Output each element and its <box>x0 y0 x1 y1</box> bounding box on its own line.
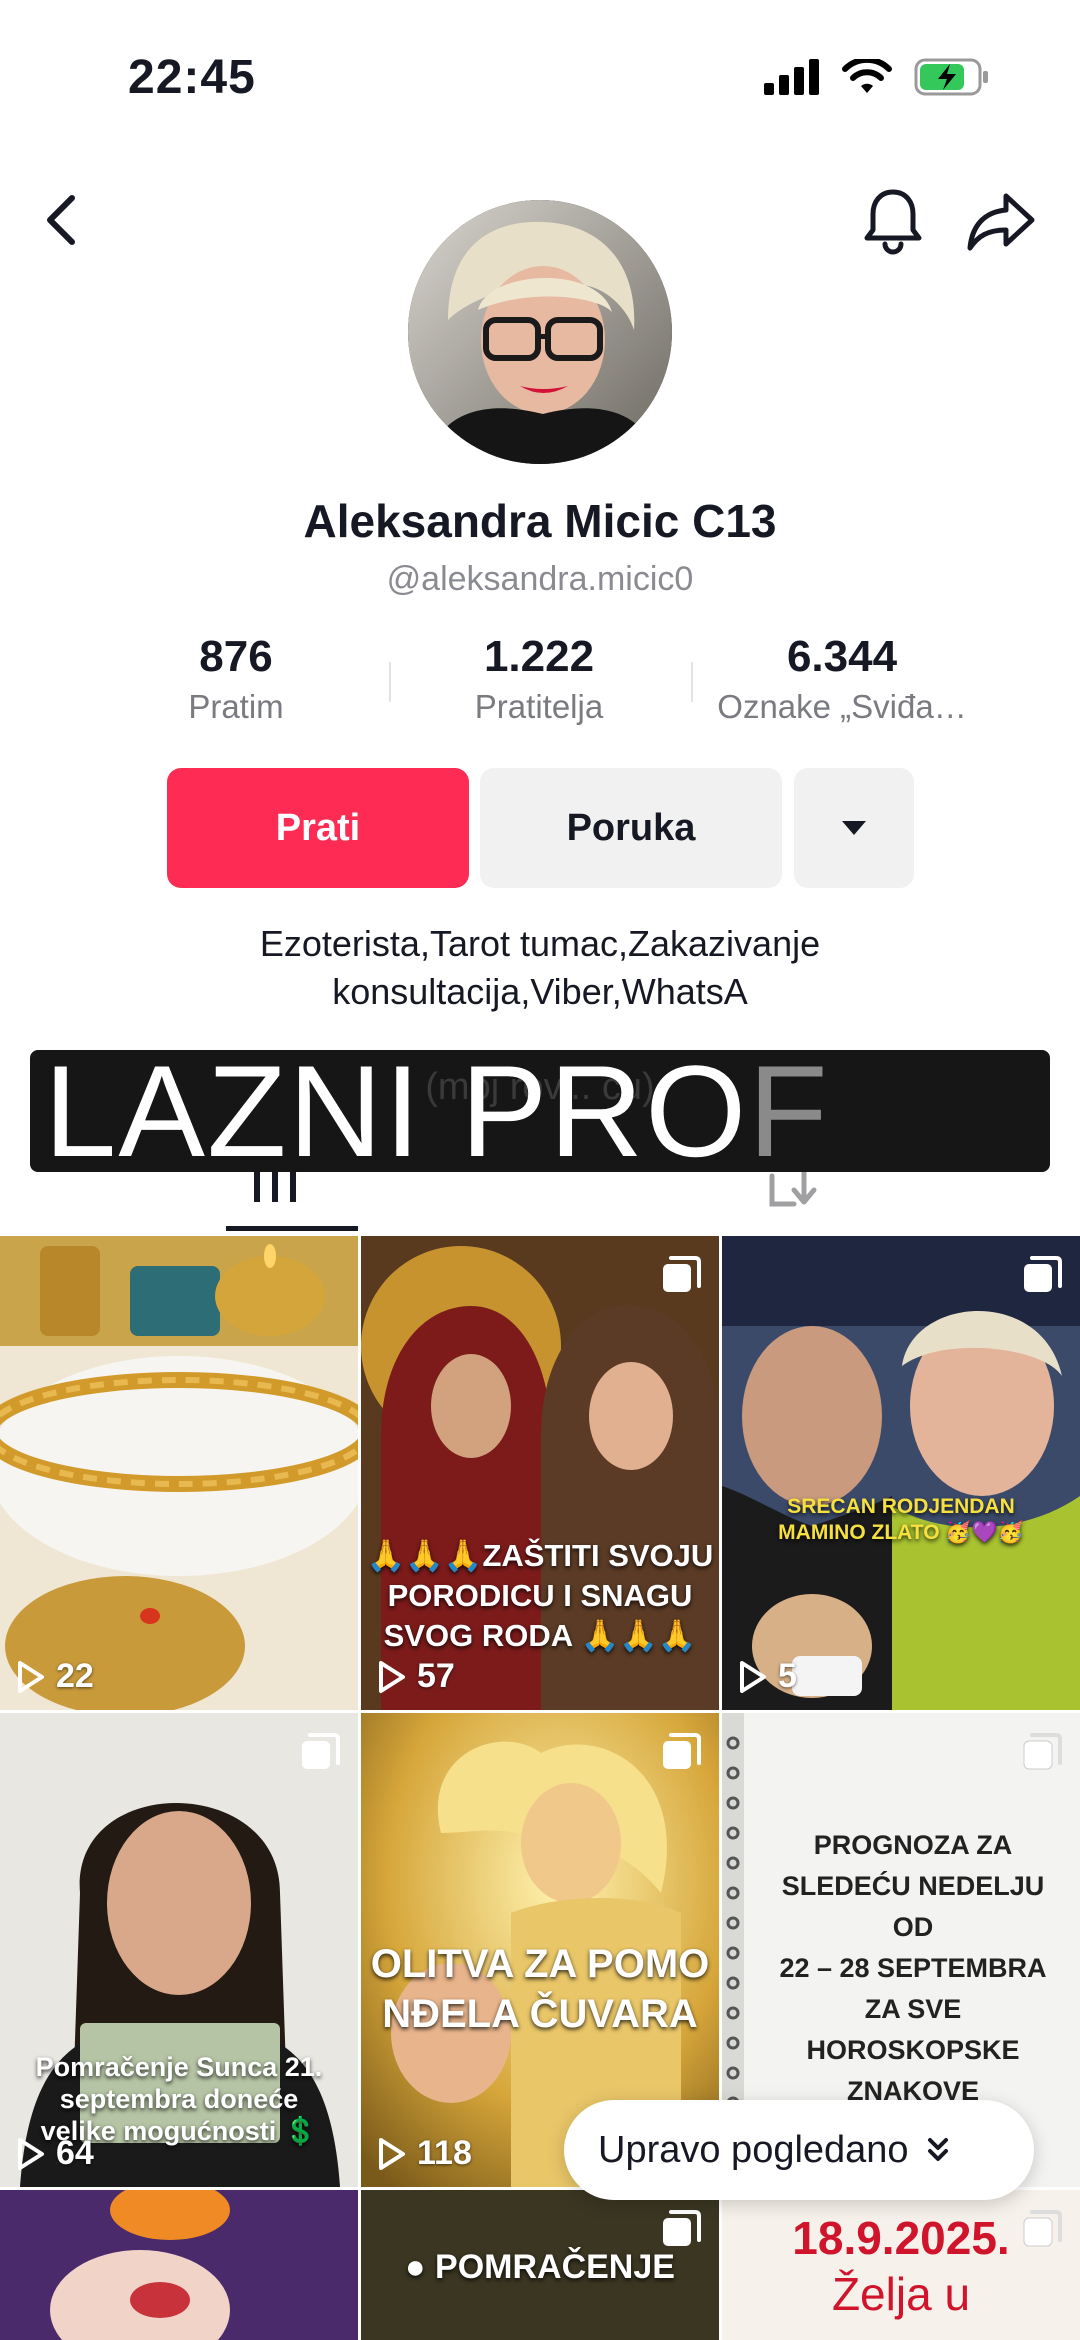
view-count-value: 118 <box>417 2134 472 2172</box>
multi-photo-icon <box>1024 1256 1062 1292</box>
video-tile[interactable] <box>0 2190 358 2340</box>
caption-line: Želja u <box>831 2268 971 2320</box>
cellular-signal-icon <box>764 59 819 95</box>
view-count: 57 <box>377 1657 455 1696</box>
video-tile[interactable]: 🙏🙏🙏ZAŠTITI SVOJU PORODICU I SNAGU SVOG R… <box>361 1236 719 1710</box>
bio-line: Ezoterista,Tarot tumac,Zakazivanje <box>259 923 821 964</box>
message-button[interactable]: Poruka <box>480 768 782 888</box>
caption-line: 🙏🙏🙏ZAŠTITI SVOJU <box>366 1538 714 1573</box>
active-tab-indicator <box>226 1226 358 1231</box>
recently-viewed-label: Upravo pogledano <box>598 2128 909 2171</box>
avatar[interactable] <box>408 200 672 464</box>
caption-line: SVOG RODA 🙏🙏🙏 <box>383 1618 697 1653</box>
overlay-faded-text: F <box>748 1050 830 1172</box>
stat-value: 876 <box>199 632 273 681</box>
wifi-icon <box>842 59 892 93</box>
caption-line: septembra doneće <box>59 2084 299 2114</box>
status-bar: 22:45 <box>0 0 1080 150</box>
video-tile[interactable]: Pomračenje Sunca 21. septembra doneće ve… <box>0 1713 358 2187</box>
stat-following[interactable]: 876 Pratim <box>86 632 386 726</box>
bio: Ezoterista,Tarot tumac,Zakazivanje konsu… <box>0 920 1080 1016</box>
view-count: 5 <box>738 1657 797 1696</box>
caption-line: 22 – 28 SEPTEMBRA <box>779 1953 1047 1983</box>
battery-charging-icon <box>914 58 988 96</box>
overlay-text: LAZNI PROF <box>44 1050 830 1172</box>
back-arrow-icon[interactable] <box>36 190 88 250</box>
video-thumbnail <box>722 1236 1080 1710</box>
video-tile[interactable]: 22 <box>0 1236 358 1710</box>
caret-down-icon <box>842 821 866 835</box>
play-icon <box>379 2137 405 2170</box>
caption-line: SLEDEĆU NEDELJU <box>781 1871 1045 1901</box>
status-time: 22:45 <box>128 51 256 104</box>
profile-stats: 876 Pratim 1.222 Pratitelja 6.344 Oznake… <box>0 632 1080 732</box>
stat-label: Pratitelja <box>474 688 604 725</box>
overlay-main-text: LAZNI PRO <box>44 1050 749 1172</box>
video-caption: ● POMRAČENJE <box>405 2248 675 2286</box>
display-name: Aleksandra Micic C13 <box>303 495 777 547</box>
caption-line: 18.9.2025. <box>792 2212 1010 2264</box>
view-count: 64 <box>16 2134 94 2173</box>
multi-photo-icon <box>1023 1733 1062 1770</box>
video-caption: PROGNOZA ZA SLEDEĆU NEDELJU OD 22 – 28 S… <box>734 1825 1080 2112</box>
stat-value: 1.222 <box>483 632 595 681</box>
stat-label: Oznake „Sviđa… <box>717 688 967 725</box>
multi-photo-icon <box>302 1733 340 1769</box>
caption-line: PROGNOZA ZA <box>813 1830 1013 1860</box>
stat-label: Pratim <box>188 688 284 725</box>
status-icons <box>764 58 990 96</box>
caption-line: MAMINO ZLATO 🥳💜🥳 <box>778 1521 1024 1544</box>
multi-photo-icon <box>663 1733 701 1769</box>
video-caption: 18.9.2025. Želja u <box>722 2210 1080 2322</box>
view-count-value: 5 <box>778 1657 797 1695</box>
caption-line: OLITVA ZA POMO <box>370 1942 710 1986</box>
username: @aleksandra.micic0 <box>386 560 694 598</box>
avatar-photo <box>408 200 672 464</box>
stat-likes[interactable]: 6.344 Oznake „Sviđa… <box>692 632 992 726</box>
caption-line: OD <box>892 1912 934 1942</box>
video-caption: 🙏🙏🙏ZAŠTITI SVOJU PORODICU I SNAGU SVOG R… <box>361 1536 719 1656</box>
suggested-accounts-button[interactable] <box>794 768 914 888</box>
double-chevron-down-icon <box>927 2138 948 2161</box>
view-count-value: 57 <box>417 1657 455 1695</box>
overlay-banner: (moj rov... cu) LAZNI PROF <box>30 1050 1050 1172</box>
multi-photo-icon <box>663 1256 701 1292</box>
play-icon <box>18 2137 44 2170</box>
video-thumbnail <box>0 1236 358 1710</box>
video-thumbnail <box>0 2190 358 2340</box>
follow-button[interactable]: Prati <box>167 768 469 888</box>
caption-line: Pomračenje Sunca 21. <box>35 2052 323 2082</box>
video-caption: Pomračenje Sunca 21. septembra doneće ve… <box>0 2051 358 2147</box>
view-count: 118 <box>377 2134 472 2173</box>
share-arrow-icon[interactable] <box>966 190 1036 252</box>
caption-line: HOROSKOPSKE <box>806 2035 1020 2065</box>
view-count-value: 22 <box>56 1657 94 1695</box>
caption-line: ZA SVE <box>864 1994 962 2024</box>
video-tile[interactable]: SRECAN RODJENDAN MAMINO ZLATO 🥳💜🥳 5 <box>722 1236 1080 1710</box>
video-caption: OLITVA ZA POMO NĐELA ČUVARA <box>361 1939 719 2039</box>
play-icon <box>379 1660 405 1693</box>
stat-value: 6.344 <box>786 632 898 681</box>
bio-line: konsultacija,Viber,WhatsA <box>332 971 748 1012</box>
view-count: 22 <box>16 1657 94 1696</box>
video-caption: SRECAN RODJENDAN MAMINO ZLATO 🥳💜🥳 <box>722 1494 1080 1546</box>
caption-line: SRECAN RODJENDAN <box>787 1495 1015 1518</box>
notification-bell-icon[interactable] <box>862 186 924 256</box>
play-icon <box>740 1660 766 1693</box>
play-icon <box>18 1660 44 1693</box>
view-count-value: 64 <box>56 2134 94 2172</box>
caption-line: NĐELA ČUVARA <box>382 1992 698 2036</box>
stat-followers[interactable]: 1.222 Pratitelja <box>389 632 689 726</box>
multi-photo-icon <box>663 2210 701 2246</box>
caption-line: PORODICU I SNAGU <box>387 1578 693 1613</box>
video-tile[interactable]: ● POMRAČENJE <box>361 2190 719 2340</box>
recently-viewed-button[interactable]: Upravo pogledano <box>564 2100 1034 2200</box>
video-tile[interactable]: 18.9.2025. Želja u <box>722 2190 1080 2340</box>
